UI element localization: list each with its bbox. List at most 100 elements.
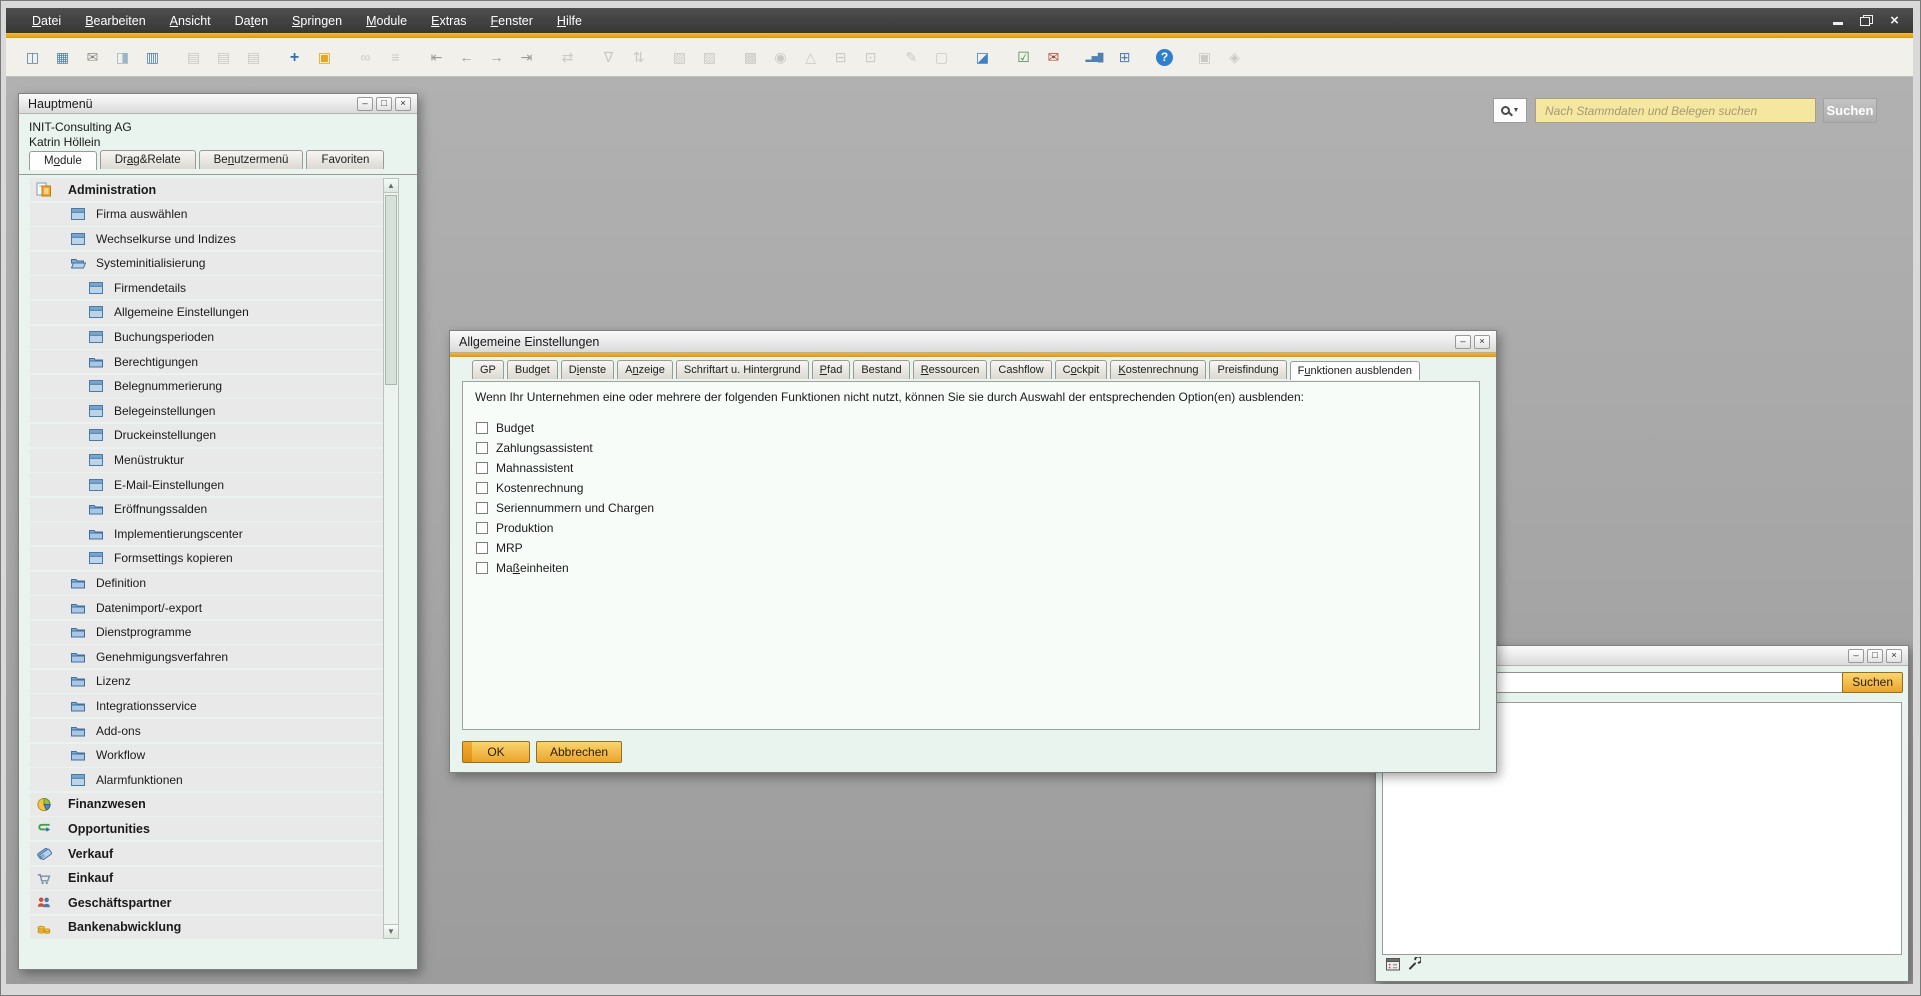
- global-search-input[interactable]: [1535, 98, 1816, 123]
- tab-benutzermenü[interactable]: Benutzermenü: [199, 150, 304, 169]
- menu-extras[interactable]: Extras: [419, 8, 478, 33]
- tree-item-firmendetails[interactable]: Firmendetails: [30, 276, 384, 299]
- dialog-tab-funktionen-ausblenden[interactable]: Funktionen ausblenden: [1290, 361, 1420, 380]
- menu-ansicht[interactable]: Ansicht: [158, 8, 223, 33]
- maximize-icon[interactable]: □: [1867, 649, 1883, 663]
- tree-item-opportunities[interactable]: Opportunities: [30, 817, 384, 840]
- tree-item-bankenabwicklung[interactable]: Bankenabwicklung: [30, 916, 384, 939]
- chart-icon[interactable]: ▂▅█: [1085, 48, 1104, 67]
- tree-item-einkauf[interactable]: Einkauf: [30, 867, 384, 890]
- scrollbar-thumb[interactable]: [385, 195, 397, 385]
- scroll-up-icon[interactable]: ▲: [384, 179, 398, 193]
- tree-item-druckeinstellungen[interactable]: Druckeinstellungen: [30, 424, 384, 447]
- main-menu-titlebar[interactable]: Hauptmenü – □ ×: [19, 94, 417, 114]
- checkbox-produktion[interactable]: [476, 522, 488, 534]
- dialog-tab-cockpit[interactable]: Cockpit: [1055, 360, 1108, 379]
- minimize-icon[interactable]: [1832, 15, 1845, 26]
- close-icon[interactable]: ×: [1888, 15, 1901, 26]
- tree-item-verkauf[interactable]: Verkauf: [30, 842, 384, 865]
- tree-item-workflow[interactable]: Workflow: [30, 744, 384, 767]
- messages-search-button[interactable]: Suchen: [1842, 672, 1903, 693]
- fax-icon[interactable]: ▥: [143, 48, 162, 67]
- tab-module[interactable]: Module: [29, 151, 97, 170]
- tree-item-genehmigungsverfahren[interactable]: Genehmigungsverfahren: [30, 645, 384, 668]
- next-record-icon[interactable]: →: [487, 48, 506, 67]
- maximize-icon[interactable]: □: [376, 97, 392, 111]
- minimize-icon[interactable]: –: [357, 97, 373, 111]
- print-icon[interactable]: ▦: [53, 48, 72, 67]
- tree-item-belegeinstellungen[interactable]: Belegeinstellungen: [30, 399, 384, 422]
- tree-item-e-mail-einstellungen[interactable]: E-Mail-Einstellungen: [30, 473, 384, 496]
- close-icon[interactable]: ×: [1474, 335, 1490, 349]
- checkbox-budget[interactable]: [476, 422, 488, 434]
- lock-screen-icon[interactable]: ▣: [315, 48, 334, 67]
- tree-item-eröffnungssalden[interactable]: Eröffnungssalden: [30, 498, 384, 521]
- dialog-tab-anzeige[interactable]: Anzeige: [617, 360, 673, 379]
- tree-item-buchungsperioden[interactable]: Buchungsperioden: [30, 326, 384, 349]
- dialog-tab-schriftart-u-hintergrund[interactable]: Schriftart u. Hintergrund: [676, 360, 809, 379]
- tree-item-alarmfunktionen[interactable]: Alarmfunktionen: [30, 768, 384, 791]
- tree-item-wechselkurse-und-indizes[interactable]: Wechselkurse und Indizes: [30, 227, 384, 250]
- tree-item-definition[interactable]: Definition: [30, 572, 384, 595]
- tab-drag&relate[interactable]: Drag&Relate: [100, 150, 196, 169]
- navigation-cross-icon[interactable]: +: [285, 48, 304, 67]
- menu-springen[interactable]: Springen: [280, 8, 354, 33]
- org-chart-icon[interactable]: ⊞: [1115, 48, 1134, 67]
- previous-record-icon[interactable]: ←: [457, 48, 476, 67]
- calendar-icon[interactable]: [1386, 957, 1401, 976]
- checkbox-mrp[interactable]: [476, 542, 488, 554]
- checklist-icon[interactable]: ☑: [1014, 48, 1033, 67]
- tab-favoriten[interactable]: Favoriten: [306, 150, 384, 169]
- message-alert-icon[interactable]: ✉: [1044, 48, 1063, 67]
- menu-fenster[interactable]: Fenster: [479, 8, 545, 33]
- tree-item-menüstruktur[interactable]: Menüstruktur: [30, 449, 384, 472]
- tree-item-dienstprogramme[interactable]: Dienstprogramme: [30, 621, 384, 644]
- query-manager-icon[interactable]: ◪: [973, 48, 992, 67]
- menu-datei[interactable]: Datei: [20, 8, 73, 33]
- close-icon[interactable]: ×: [1886, 649, 1902, 663]
- tree-item-datenimport-export[interactable]: Datenimport/-export: [30, 596, 384, 619]
- menu-bearbeiten[interactable]: Bearbeiten: [73, 8, 157, 33]
- checkbox-mahnassistent[interactable]: [476, 462, 488, 474]
- minimize-icon[interactable]: –: [1848, 649, 1864, 663]
- help-icon[interactable]: ?: [1156, 49, 1173, 66]
- dialog-tab-budget[interactable]: Budget: [507, 360, 558, 379]
- dialog-tab-bestand[interactable]: Bestand: [853, 360, 909, 379]
- dialog-tab-kostenrechnung[interactable]: Kostenrechnung: [1110, 360, 1206, 379]
- dialog-tab-dienste[interactable]: Dienste: [561, 360, 614, 379]
- tree-item-formsettings-kopieren[interactable]: Formsettings kopieren: [30, 547, 384, 570]
- tree-item-allgemeine-einstellungen[interactable]: Allgemeine Einstellungen: [30, 301, 384, 324]
- menu-module[interactable]: Module: [354, 8, 419, 33]
- cancel-button[interactable]: Abbrechen: [536, 741, 622, 763]
- menu-hilfe[interactable]: Hilfe: [545, 8, 594, 33]
- dialog-tab-cashflow[interactable]: Cashflow: [990, 360, 1051, 379]
- email-icon[interactable]: ✉: [83, 48, 102, 67]
- checkbox-zahlungsassistent[interactable]: [476, 442, 488, 454]
- menu-daten[interactable]: Daten: [223, 8, 280, 33]
- print-preview-icon[interactable]: ◫: [23, 48, 42, 67]
- tree-item-add-ons[interactable]: Add-ons: [30, 719, 384, 742]
- checkbox-maßeinheiten[interactable]: [476, 562, 488, 574]
- checkbox-kostenrechnung[interactable]: [476, 482, 488, 494]
- tree-item-implementierungscenter[interactable]: Implementierungscenter: [30, 522, 384, 545]
- dialog-tab-ressourcen[interactable]: Ressourcen: [913, 360, 988, 379]
- search-scope-dropdown[interactable]: ▼: [1493, 98, 1527, 123]
- tree-item-integrationsservice[interactable]: Integrationsservice: [30, 694, 384, 717]
- first-record-icon[interactable]: ⇤: [427, 48, 446, 67]
- checkbox-seriennummern-und-chargen[interactable]: [476, 502, 488, 514]
- minimize-icon[interactable]: –: [1455, 335, 1471, 349]
- tree-item-finanzwesen[interactable]: Finanzwesen: [30, 793, 384, 816]
- last-record-icon[interactable]: ⇥: [517, 48, 536, 67]
- tree-item-belegnummerierung[interactable]: Belegnummerierung: [30, 375, 384, 398]
- tree-item-systeminitialisierung[interactable]: Systeminitialisierung: [30, 252, 384, 275]
- close-icon[interactable]: ×: [395, 97, 411, 111]
- copy-icon[interactable]: ◨: [113, 48, 132, 67]
- ok-button[interactable]: OK: [462, 741, 530, 763]
- scroll-down-icon[interactable]: ▼: [384, 924, 398, 938]
- tree-scrollbar[interactable]: ▲ ▼: [383, 178, 399, 939]
- restore-icon[interactable]: [1860, 15, 1873, 26]
- dialog-tab-pfad[interactable]: Pfad: [812, 360, 851, 379]
- tree-item-lizenz[interactable]: Lizenz: [30, 670, 384, 693]
- dialog-tab-preisfindung[interactable]: Preisfindung: [1209, 360, 1286, 379]
- tree-item-geschäftspartner[interactable]: Geschäftspartner: [30, 891, 384, 914]
